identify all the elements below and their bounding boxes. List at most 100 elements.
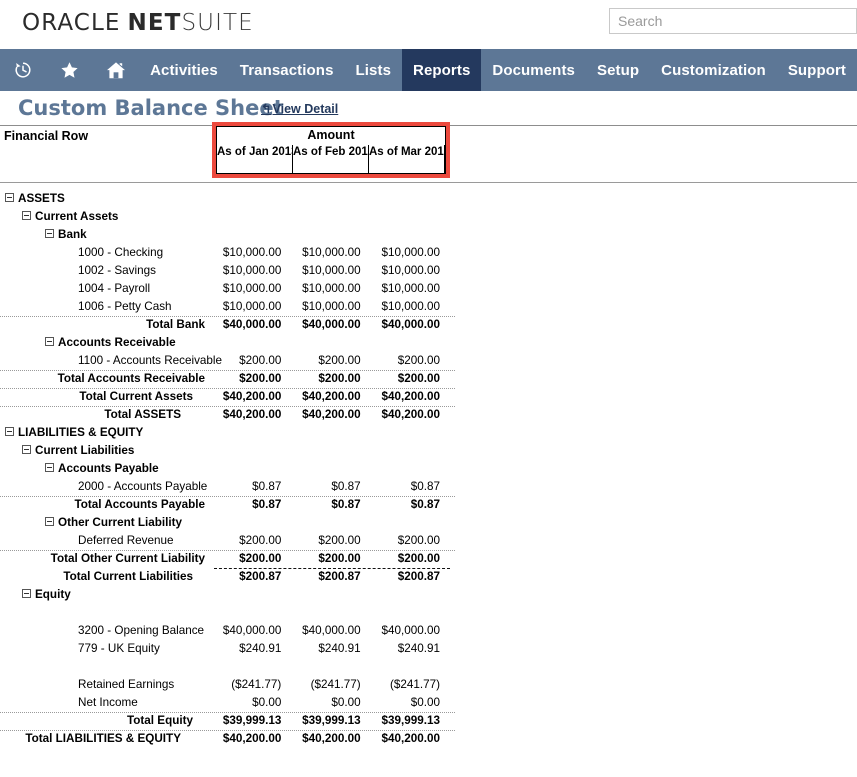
nav-item-activities[interactable]: Activities: [139, 49, 229, 91]
table-row: Total Current Assets $40,200.00 $40,200.00…: [0, 388, 857, 406]
row-value-cell[interactable]: $40,200.00: [371, 732, 450, 746]
row-separator-dotted: [0, 370, 455, 371]
row-value-cell[interactable]: $200.00: [212, 372, 291, 386]
row-value-cell[interactable]: $200.00: [291, 534, 370, 548]
collapse-minus-icon[interactable]: [45, 229, 54, 239]
row-label-text: Accounts Payable: [58, 462, 159, 475]
row-values: $200.00 $200.00 $200.00: [212, 552, 450, 566]
nav-item-lists[interactable]: Lists: [345, 49, 403, 91]
row-value-cell[interactable]: $0.87: [371, 498, 450, 512]
row-value-cell[interactable]: $40,000.00: [212, 624, 291, 638]
search-input[interactable]: [610, 9, 856, 33]
nav-item-setup[interactable]: Setup: [586, 49, 650, 91]
view-detail-link[interactable]: ↰ View Detail: [261, 101, 339, 117]
collapse-minus-icon[interactable]: [22, 445, 31, 455]
column-header-period-3[interactable]: As of Mar 2013: [368, 145, 445, 173]
row-value-cell[interactable]: $40,000.00: [291, 318, 370, 332]
row-value-cell[interactable]: $10,000.00: [212, 264, 291, 278]
row-value-cell[interactable]: $40,200.00: [371, 390, 450, 404]
row-value-cell[interactable]: $200.00: [212, 552, 291, 566]
row-value-cell[interactable]: $10,000.00: [291, 264, 370, 278]
collapse-minus-icon[interactable]: [45, 337, 54, 347]
row-value-cell[interactable]: $40,200.00: [291, 408, 370, 422]
row-value-cell[interactable]: $0.00: [371, 696, 450, 710]
row-value-cell[interactable]: $0.87: [212, 498, 291, 512]
row-value-cell[interactable]: $40,200.00: [212, 408, 291, 422]
row-value-cell[interactable]: $200.00: [212, 354, 291, 368]
nav-item-support[interactable]: Support: [777, 49, 857, 91]
row-value-cell[interactable]: $40,200.00: [212, 732, 291, 746]
row-label-text: 1100 - Accounts Receivable: [78, 354, 223, 367]
nav-item-transactions-label: Transactions: [239, 61, 334, 79]
row-value-cell[interactable]: $200.00: [371, 552, 450, 566]
row-value-cell[interactable]: $10,000.00: [371, 300, 450, 314]
row-value-cell[interactable]: $40,200.00: [291, 390, 370, 404]
collapse-minus-icon[interactable]: [5, 193, 14, 203]
row-value-cell[interactable]: $0.00: [291, 696, 370, 710]
recent-history-icon[interactable]: [0, 49, 46, 91]
table-row: Total Accounts Receivable $200.00 $200.00 $…: [0, 370, 857, 388]
row-value-cell[interactable]: $200.00: [371, 372, 450, 386]
collapse-minus-icon[interactable]: [45, 463, 54, 473]
nav-item-customization[interactable]: Customization: [650, 49, 777, 91]
row-value-cell[interactable]: $39,999.13: [212, 714, 291, 728]
table-row: Retained Earnings ($241.77) ($241.77) ($241…: [0, 676, 857, 694]
favorites-star-icon[interactable]: [46, 49, 92, 91]
global-search-box[interactable]: [609, 8, 857, 34]
table-row: 2000 - Accounts Payable $0.87 $0.87 $0.87: [0, 478, 857, 496]
row-value-cell[interactable]: $40,000.00: [291, 624, 370, 638]
row-value-cell[interactable]: $40,000.00: [212, 318, 291, 332]
collapse-minus-icon[interactable]: [22, 589, 31, 599]
row-value-cell[interactable]: $240.91: [371, 642, 450, 656]
row-value-cell[interactable]: $39,999.13: [291, 714, 370, 728]
nav-item-documents[interactable]: Documents: [481, 49, 586, 91]
row-value-cell[interactable]: $40,200.00: [291, 732, 370, 746]
view-detail-label: View Detail: [272, 101, 339, 116]
home-icon[interactable]: [93, 49, 139, 91]
collapse-minus-icon[interactable]: [22, 211, 31, 221]
row-value-cell[interactable]: $10,000.00: [371, 282, 450, 296]
row-value-cell[interactable]: $40,000.00: [371, 624, 450, 638]
row-value-cell[interactable]: $10,000.00: [371, 246, 450, 260]
row-value-cell[interactable]: $200.87: [212, 570, 291, 584]
row-value-cell[interactable]: $200.00: [371, 534, 450, 548]
nav-item-transactions[interactable]: Transactions: [229, 49, 345, 91]
row-value-cell[interactable]: $200.87: [371, 570, 450, 584]
row-value-cell[interactable]: $0.87: [371, 480, 450, 494]
row-value-cell[interactable]: $10,000.00: [291, 246, 370, 260]
row-value-cell[interactable]: ($241.77): [291, 678, 370, 692]
row-value-cell[interactable]: $0.87: [291, 480, 370, 494]
row-separator-dotted: [0, 316, 455, 317]
collapse-minus-icon[interactable]: [5, 427, 14, 437]
column-header-period-1[interactable]: As of Jan 2013: [217, 145, 292, 173]
row-value-cell[interactable]: $200.00: [212, 534, 291, 548]
nav-item-reports[interactable]: Reports: [402, 49, 482, 91]
collapse-minus-icon[interactable]: [45, 517, 54, 527]
row-value-cell[interactable]: $240.91: [212, 642, 291, 656]
row-value-cell[interactable]: $40,000.00: [371, 318, 450, 332]
row-value-cell[interactable]: $200.00: [291, 354, 370, 368]
row-value-cell[interactable]: $10,000.00: [212, 282, 291, 296]
row-value-cell[interactable]: $200.87: [291, 570, 370, 584]
column-header-period-2[interactable]: As of Feb 2013: [292, 145, 368, 173]
row-value-cell[interactable]: $10,000.00: [291, 282, 370, 296]
row-value-cell[interactable]: $40,200.00: [212, 390, 291, 404]
row-value-cell[interactable]: $39,999.13: [371, 714, 450, 728]
row-value-cell[interactable]: $10,000.00: [291, 300, 370, 314]
row-value-cell[interactable]: $0.00: [212, 696, 291, 710]
row-value-cell[interactable]: $10,000.00: [212, 246, 291, 260]
row-values: $200.87 $200.87 $200.87: [212, 570, 450, 584]
row-value-cell[interactable]: $200.00: [371, 354, 450, 368]
row-value-cell[interactable]: ($241.77): [371, 678, 450, 692]
row-total-label: Total Other Current Liability: [0, 552, 205, 566]
row-value-cell[interactable]: $240.91: [291, 642, 370, 656]
row-value-cell[interactable]: $40,200.00: [371, 408, 450, 422]
row-value-cell[interactable]: ($241.77): [212, 678, 291, 692]
row-value-cell[interactable]: $0.87: [212, 480, 291, 494]
row-value-cell[interactable]: $10,000.00: [371, 264, 450, 278]
row-value-cell[interactable]: $10,000.00: [212, 300, 291, 314]
row-value-cell[interactable]: $200.00: [291, 372, 370, 386]
row-value-cell[interactable]: $0.87: [291, 498, 370, 512]
row-label: Current Liabilities: [22, 444, 134, 458]
row-value-cell[interactable]: $200.00: [291, 552, 370, 566]
